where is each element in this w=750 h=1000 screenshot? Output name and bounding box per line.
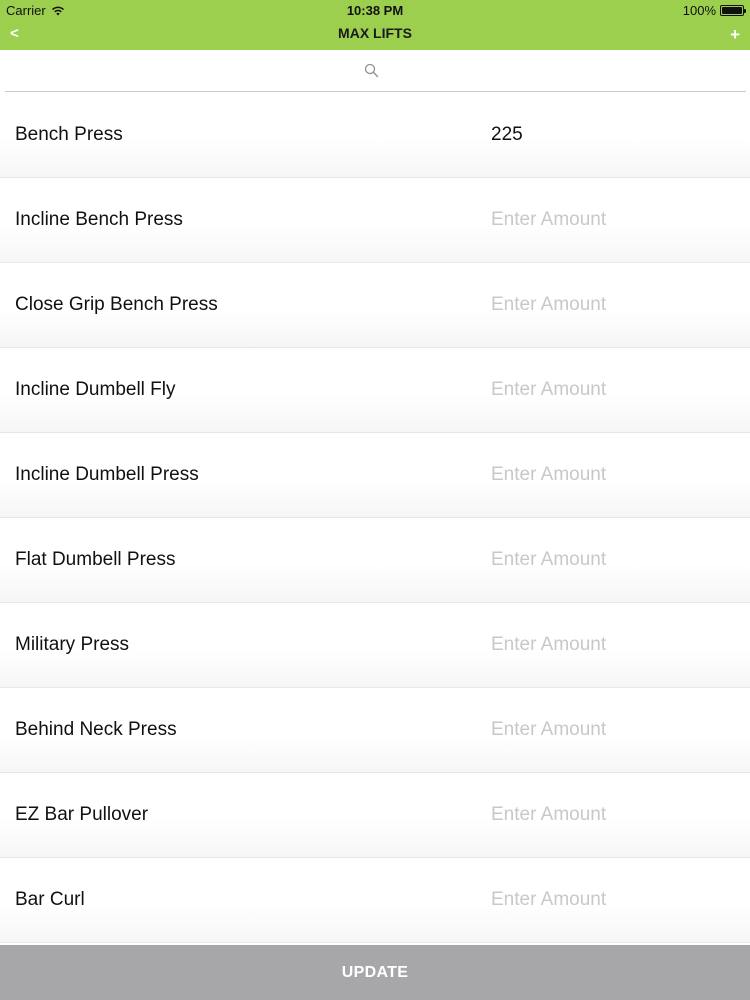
lift-name: Bar Curl (15, 889, 85, 910)
lift-list: Bench Press Incline Bench Press Close Gr… (0, 93, 750, 945)
lift-name: EZ Bar Pullover (15, 804, 149, 825)
lift-amount-input[interactable] (491, 548, 721, 572)
lift-name: Incline Bench Press (15, 209, 183, 230)
status-right: 100% (682, 3, 746, 18)
search-input[interactable] (5, 50, 750, 93)
lift-amount-input[interactable] (491, 718, 721, 742)
lift-name: Close Grip Bench Press (15, 294, 218, 315)
list-item: Flat Dumbell Press (0, 518, 750, 603)
lift-amount-input[interactable] (491, 633, 721, 657)
lift-amount-input[interactable] (491, 293, 721, 317)
list-item: Incline Dumbell Press (0, 433, 750, 518)
lift-amount-input[interactable] (491, 123, 721, 147)
list-item: Military Press (0, 603, 750, 688)
lift-amount-input[interactable] (491, 888, 721, 912)
lift-amount-input[interactable] (491, 378, 721, 402)
battery-icon (720, 5, 746, 16)
lift-name: Flat Dumbell Press (15, 549, 176, 570)
status-time: 10:38 PM (346, 3, 404, 18)
list-item: Bench Press (0, 93, 750, 178)
nav-bar: < MAX LIFTS + (0, 20, 750, 50)
list-item: Incline Dumbell Fly (0, 348, 750, 433)
list-item: Incline Bench Press (0, 178, 750, 263)
lift-name: Bench Press (15, 124, 123, 145)
list-item: EZ Bar Pullover (0, 773, 750, 858)
battery-fill (722, 7, 742, 14)
lift-amount-input[interactable] (491, 208, 721, 232)
lift-amount-input[interactable] (491, 463, 721, 487)
page-title: MAX LIFTS (338, 25, 412, 41)
list-item: Behind Neck Press (0, 688, 750, 773)
add-button[interactable]: + (730, 25, 740, 45)
lift-name: Behind Neck Press (15, 719, 177, 740)
search-field-wrap (5, 50, 750, 93)
lift-name: Military Press (15, 634, 130, 655)
list-item: Close Grip Bench Press (0, 263, 750, 348)
update-button[interactable]: UPDATE (0, 945, 750, 1000)
search-bar (0, 50, 750, 93)
battery-label: 100% (682, 3, 716, 18)
status-bar: Carrier 10:38 PM 100% (0, 0, 750, 20)
lift-name: Incline Dumbell Fly (15, 379, 176, 400)
lift-amount-input[interactable] (491, 803, 721, 827)
lift-name: Incline Dumbell Press (15, 464, 199, 485)
list-item: Bar Curl (0, 858, 750, 943)
header: Carrier 10:38 PM 100% < MAX LIFTS + (0, 0, 750, 50)
